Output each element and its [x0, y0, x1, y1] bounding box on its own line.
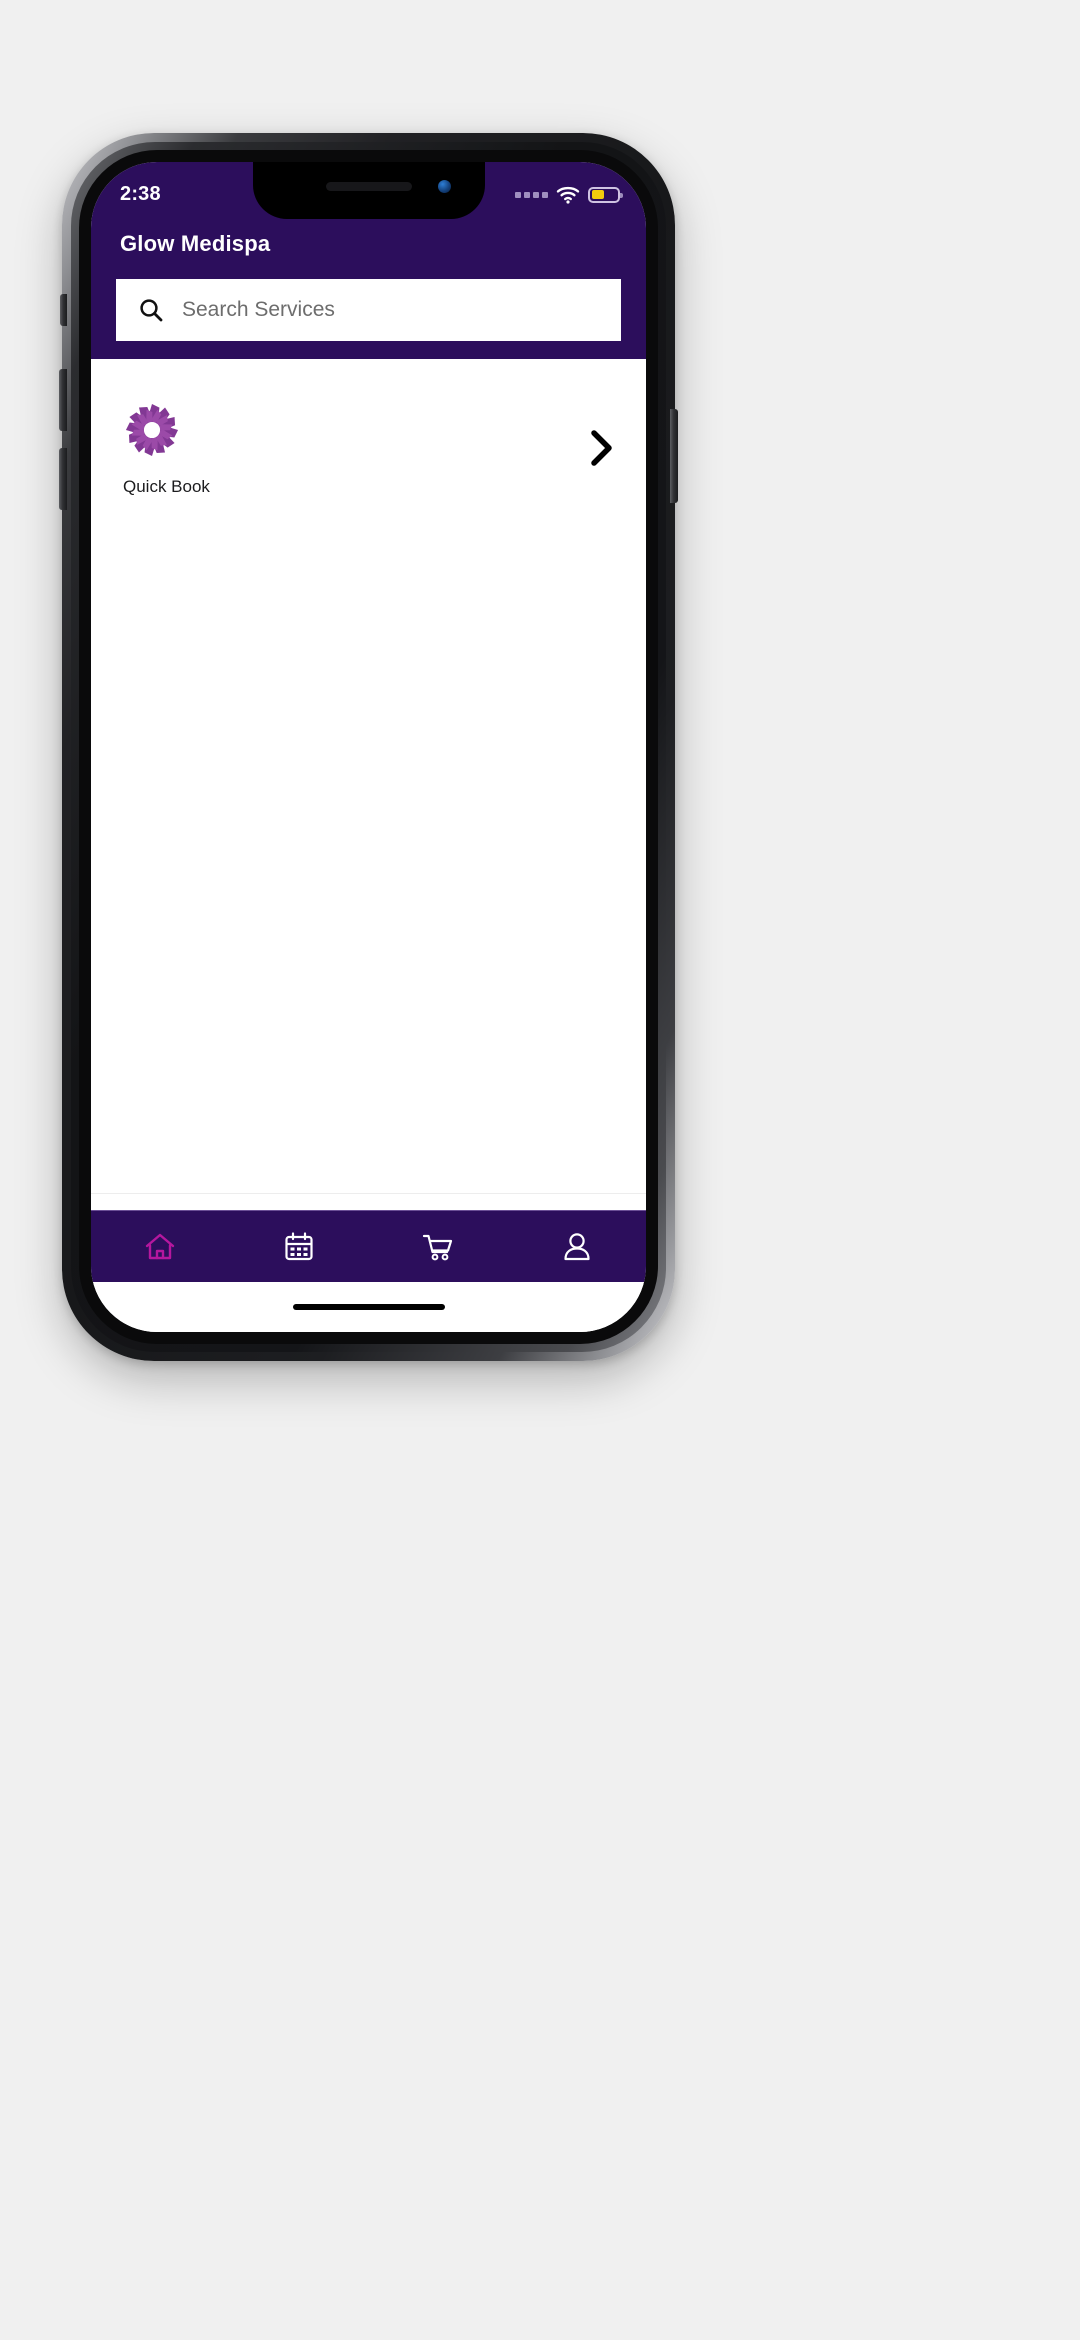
chevron-right-icon[interactable] — [586, 427, 616, 469]
earpiece-speaker — [325, 182, 412, 191]
silence-switch-button[interactable] — [60, 294, 67, 326]
quick-book-list-item[interactable]: Quick Book — [91, 359, 646, 497]
phone-device-frame: 2:38 Glow Medispa Search Services Quick … — [59, 133, 678, 1361]
content-area: Quick Book — [91, 359, 646, 1210]
volume-down-button[interactable] — [59, 448, 67, 510]
battery-tip — [620, 193, 623, 198]
quick-book-label: Quick Book — [123, 477, 210, 496]
search-icon — [140, 299, 163, 322]
quick-book-info: Quick Book — [121, 399, 210, 497]
home-icon — [146, 1233, 175, 1259]
search-bar-container — [91, 257, 646, 341]
home-indicator-bar[interactable] — [292, 1304, 445, 1310]
battery-icon — [588, 186, 623, 203]
app-title: Glow Medispa — [120, 231, 271, 256]
mandala-flower-logo — [125, 403, 179, 457]
status-bar-time: 2:38 — [120, 183, 161, 205]
status-bar-icons — [515, 178, 623, 204]
search-input[interactable] — [182, 279, 599, 341]
search-bar[interactable] — [116, 279, 621, 341]
front-camera-icon — [437, 180, 451, 193]
device-notch — [252, 162, 485, 219]
nav-item-home[interactable] — [91, 1211, 230, 1282]
wifi-icon — [556, 186, 580, 204]
calendar-icon — [285, 1231, 313, 1260]
nav-item-appointments[interactable] — [230, 1211, 369, 1282]
home-indicator-area — [91, 1282, 646, 1332]
battery-fill — [591, 190, 604, 199]
cellular-signal-icon — [515, 191, 548, 198]
content-divider — [91, 1193, 646, 1194]
power-button[interactable] — [670, 409, 678, 503]
nav-item-profile[interactable] — [507, 1211, 646, 1282]
person-icon — [564, 1232, 590, 1260]
volume-up-button[interactable] — [59, 369, 67, 431]
nav-item-cart[interactable] — [369, 1211, 508, 1282]
shopping-cart-icon — [422, 1234, 452, 1260]
bottom-navigation-bar — [91, 1210, 646, 1282]
phone-screen: 2:38 Glow Medispa Search Services Quick … — [91, 162, 646, 1332]
